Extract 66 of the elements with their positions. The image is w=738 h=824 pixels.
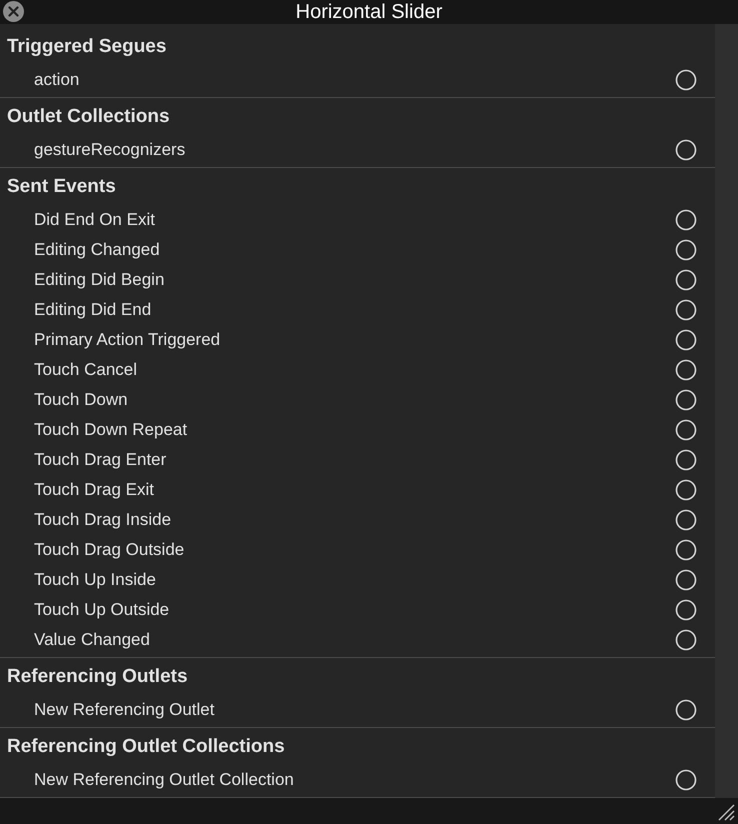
- connection-row[interactable]: Touch Drag Exit: [0, 475, 715, 505]
- connection-circle-icon[interactable]: [675, 239, 697, 261]
- connection-row[interactable]: Touch Up Outside: [0, 595, 715, 625]
- connection-circle-icon[interactable]: [675, 629, 697, 651]
- close-icon: [8, 6, 19, 17]
- connection-circle-icon[interactable]: [675, 509, 697, 531]
- connection-circle-icon[interactable]: [675, 329, 697, 351]
- connection-row[interactable]: Did End On Exit: [0, 205, 715, 235]
- connection-row[interactable]: New Referencing Outlet Collection: [0, 765, 715, 795]
- connection-label: Touch Drag Outside: [34, 539, 186, 562]
- close-button[interactable]: [3, 1, 24, 22]
- section-header: Referencing Outlets: [7, 666, 188, 688]
- connection-circle-icon[interactable]: [675, 299, 697, 321]
- connection-label: Touch Up Inside: [34, 569, 157, 592]
- connection-row[interactable]: Editing Did Begin: [0, 265, 715, 295]
- connection-row[interactable]: Editing Did End: [0, 295, 715, 325]
- connection-circle-icon[interactable]: [675, 139, 697, 161]
- connection-label: Touch Drag Inside: [34, 509, 172, 532]
- connection-circle-icon[interactable]: [675, 769, 697, 791]
- connection-label: Did End On Exit: [34, 209, 156, 232]
- connection-row[interactable]: Touch Cancel: [0, 355, 715, 385]
- connection-label: Touch Drag Enter: [34, 449, 168, 472]
- connection-row[interactable]: Touch Drag Outside: [0, 535, 715, 565]
- connection-circle-icon[interactable]: [675, 359, 697, 381]
- connection-label: Editing Did Begin: [34, 269, 166, 292]
- connection-label: Touch Cancel: [34, 359, 138, 382]
- connection-row[interactable]: Touch Drag Inside: [0, 505, 715, 535]
- connection-circle-icon[interactable]: [675, 569, 697, 591]
- connection-row[interactable]: Primary Action Triggered: [0, 325, 715, 355]
- connection-label: Editing Did End: [34, 299, 152, 322]
- connection-row[interactable]: Touch Down: [0, 385, 715, 415]
- connection-label: New Referencing Outlet: [34, 699, 216, 722]
- connection-circle-icon[interactable]: [675, 539, 697, 561]
- connection-circle-icon[interactable]: [675, 69, 697, 91]
- connection-circle-icon[interactable]: [675, 479, 697, 501]
- section-header: Outlet Collections: [7, 106, 170, 128]
- connection-label: Editing Changed: [34, 239, 161, 262]
- connection-label: gestureRecognizers: [34, 139, 186, 162]
- connection-row[interactable]: Touch Drag Enter: [0, 445, 715, 475]
- connection-circle-icon[interactable]: [675, 699, 697, 721]
- connection-circle-icon[interactable]: [675, 389, 697, 411]
- section-header: Sent Events: [7, 176, 116, 198]
- connection-circle-icon[interactable]: [675, 419, 697, 441]
- connection-row[interactable]: Touch Up Inside: [0, 565, 715, 595]
- connection-row[interactable]: New Referencing Outlet: [0, 695, 715, 725]
- connection-circle-icon[interactable]: [675, 269, 697, 291]
- connection-label: Value Changed: [34, 629, 151, 652]
- connection-circle-icon[interactable]: [675, 449, 697, 471]
- window-title: Horizontal Slider: [296, 2, 442, 22]
- resize-grip-icon[interactable]: [717, 803, 735, 821]
- connection-row[interactable]: action: [0, 65, 715, 95]
- connection-label: action: [34, 69, 80, 92]
- connection-row[interactable]: Touch Down Repeat: [0, 415, 715, 445]
- connection-label: Touch Down: [34, 389, 129, 412]
- connection-circle-icon[interactable]: [675, 599, 697, 621]
- connection-circle-icon[interactable]: [675, 209, 697, 231]
- connection-label: Touch Up Outside: [34, 599, 170, 622]
- connection-label: New Referencing Outlet Collection: [34, 769, 295, 792]
- connection-row[interactable]: gestureRecognizers: [0, 135, 715, 165]
- connection-label: Touch Down Repeat: [34, 419, 188, 442]
- connection-row[interactable]: Editing Changed: [0, 235, 715, 265]
- section-header: Triggered Segues: [7, 36, 166, 58]
- connection-label: Touch Drag Exit: [34, 479, 155, 502]
- section-header: Referencing Outlet Collections: [7, 736, 285, 758]
- connection-label: Primary Action Triggered: [34, 329, 222, 352]
- connection-row[interactable]: Value Changed: [0, 625, 715, 655]
